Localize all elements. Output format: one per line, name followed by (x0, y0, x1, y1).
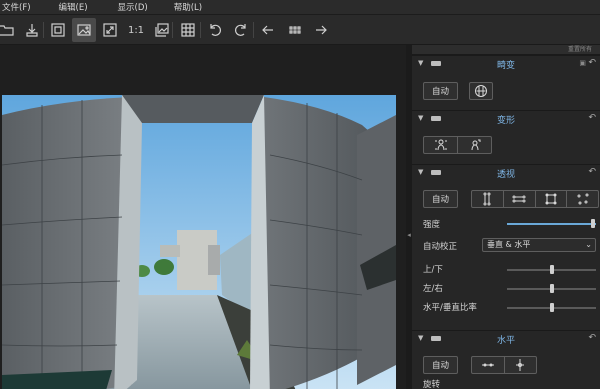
horizon-auto-label: 自动 (431, 361, 449, 371)
auto-correct-value: 垂直 & 水平 (487, 240, 531, 249)
horizontal-lines-icon[interactable] (504, 191, 536, 207)
menu-file[interactable]: 文件(F) (0, 1, 43, 13)
menu-view[interactable]: 显示(D) (116, 1, 160, 13)
perspective-auto-label: 自动 (431, 195, 449, 205)
auto-correct-dropdown[interactable]: 垂直 & 水平 ⌄ (482, 238, 596, 252)
section-transform: ▼ 变形 ↶ (412, 110, 600, 164)
previous-arrow-icon[interactable] (256, 18, 280, 42)
auto-correct-label: 自动校正 (423, 242, 458, 252)
adjustment-panel: 重置所有 ▼ 畸变 ▣ ↶ 自动 ▼ 变形 ↶ ▼ 透视 ↶ 自动 强度 自动校… (412, 45, 600, 389)
section-distortion-header[interactable]: ▼ 畸变 ▣ ↶ (412, 56, 600, 72)
actual-size-button[interactable]: 1:1 (124, 18, 148, 42)
photo-preview (2, 95, 396, 389)
person-upright-icon[interactable] (424, 137, 458, 153)
image-view-icon[interactable] (72, 18, 96, 42)
reset-icon[interactable]: ↶ (588, 167, 596, 177)
toolbar: 1:1 (0, 15, 600, 45)
perspective-mode-group (471, 190, 599, 208)
compare-icon[interactable] (150, 18, 174, 42)
horizon-mode-group (471, 356, 537, 374)
transform-mode-group (423, 136, 492, 154)
updown-slider-knob[interactable] (549, 265, 554, 274)
horizon-auto-button[interactable]: 自动 (423, 356, 458, 374)
ratio-label: 水平/垂直比率 (423, 303, 477, 313)
updown-slider[interactable] (507, 265, 596, 274)
next-arrow-icon[interactable] (309, 18, 333, 42)
open-folder-icon[interactable] (0, 18, 18, 42)
vertical-line-icon[interactable] (505, 357, 537, 373)
reset-icon[interactable]: ↶ (588, 333, 596, 343)
actual-size-label: 1:1 (127, 24, 145, 36)
toolbar-divider (172, 22, 173, 38)
horizontal-line-icon[interactable] (472, 357, 505, 373)
distortion-auto-label: 自动 (431, 87, 449, 97)
vertical-lines-icon[interactable] (472, 191, 504, 207)
fullscreen-icon[interactable] (98, 18, 122, 42)
toolbar-divider (253, 22, 254, 38)
reset-icon[interactable]: ↶ (588, 113, 596, 123)
updown-label: 上/下 (423, 265, 443, 275)
export-icon[interactable] (20, 18, 44, 42)
rectangle-corners-icon[interactable] (536, 191, 568, 207)
section-distortion-title: 畸变 (496, 61, 515, 71)
distortion-auto-button[interactable]: 自动 (423, 82, 458, 100)
section-distortion: ▼ 畸变 ▣ ↶ 自动 (412, 55, 600, 110)
leftright-slider[interactable] (507, 284, 596, 293)
reset-icon[interactable]: ↶ (588, 58, 596, 68)
section-perspective-header[interactable]: ▼ 透视 ↶ (412, 165, 600, 181)
thumbnail-grid-icon[interactable] (283, 18, 307, 42)
section-horizon-header[interactable]: ▼ 水平 ↶ (412, 331, 600, 347)
section-perspective-title: 透视 (496, 170, 515, 180)
section-transform-title: 变形 (496, 116, 515, 126)
barrel-distortion-icon[interactable] (469, 82, 493, 100)
fit-frame-icon[interactable] (46, 18, 70, 42)
image-canvas[interactable] (0, 45, 406, 389)
chevron-down-icon: ⌄ (585, 240, 592, 249)
ratio-slider-knob[interactable] (549, 303, 554, 312)
section-perspective: ▼ 透视 ↶ 自动 强度 自动校正 垂直 & 水平 ⌄ 上/下 左/右 水平/垂… (412, 164, 600, 330)
panel-header-hint[interactable]: 重置所有 (412, 45, 600, 55)
photo-image (2, 95, 396, 389)
leftright-slider-knob[interactable] (549, 284, 554, 293)
section-transform-header[interactable]: ▼ 变形 ↶ (412, 111, 600, 127)
strength-slider-knob[interactable] (591, 219, 596, 228)
menu-edit[interactable]: 编辑(E) (57, 1, 100, 13)
four-points-icon[interactable] (567, 191, 598, 207)
section-horizon-title: 水平 (496, 336, 515, 346)
menu-help[interactable]: 帮助(L) (172, 1, 214, 13)
rotate-left-icon[interactable] (203, 18, 227, 42)
ratio-slider[interactable] (507, 303, 596, 312)
section-horizon: ▼ 水平 ↶ 自动 旋转 (412, 330, 600, 389)
leftright-label: 左/右 (423, 284, 443, 294)
person-rotate-icon[interactable] (458, 137, 491, 153)
lock-icon[interactable]: ▣ (579, 59, 586, 67)
rotate-label: 旋转 (423, 380, 441, 389)
toolbar-divider (43, 22, 44, 38)
grid-icon[interactable] (176, 18, 200, 42)
rotate-right-icon[interactable] (229, 18, 253, 42)
menu-bar: 文件(F) 编辑(E) 显示(D) 帮助(L) (0, 0, 600, 15)
toolbar-divider (200, 22, 201, 38)
strength-label: 强度 (423, 220, 441, 230)
strength-slider[interactable] (507, 219, 596, 228)
perspective-auto-button[interactable]: 自动 (423, 190, 458, 208)
